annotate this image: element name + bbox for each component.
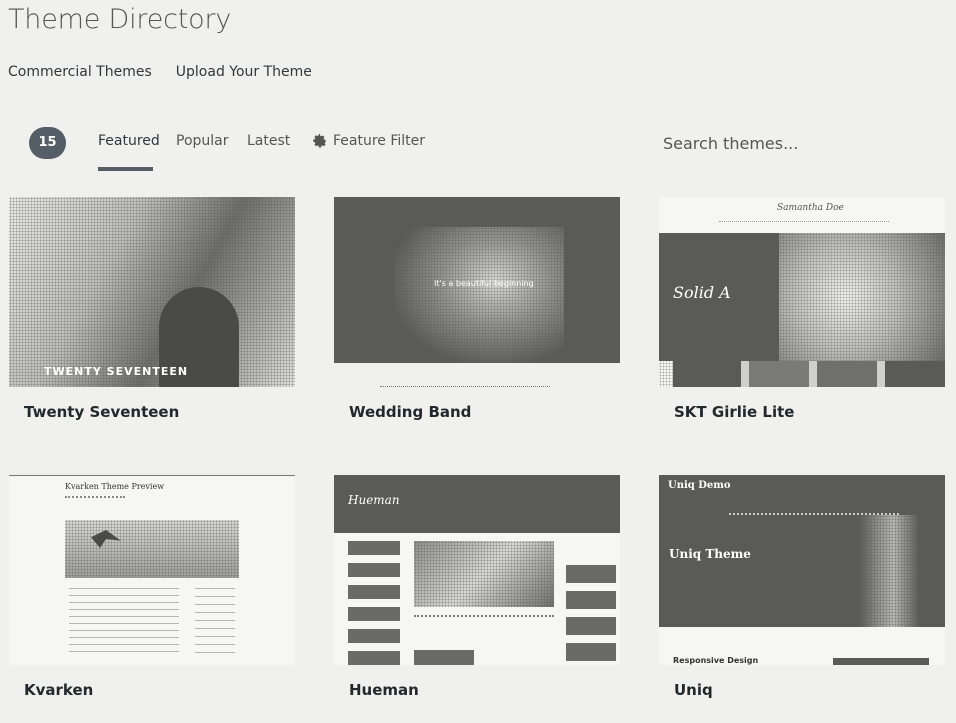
theme-card-kvarken[interactable]: Kvarken Theme Preview	[9, 475, 295, 665]
theme-name[interactable]: Wedding Band	[349, 403, 471, 421]
theme-name[interactable]: Uniq	[674, 681, 713, 699]
screenshot-footer: Responsive Design	[673, 656, 759, 665]
theme-screenshot: Samantha Doe Solid A	[659, 197, 945, 387]
screenshot-header: Samantha Doe	[777, 203, 844, 213]
screenshot-caption: Kvarken Theme Preview	[65, 482, 165, 491]
active-tab-indicator	[98, 167, 153, 171]
theme-name[interactable]: Kvarken	[24, 681, 93, 699]
theme-card-wedding-band[interactable]: It's a beautiful beginning	[334, 197, 620, 387]
theme-card-hueman[interactable]: Hueman	[334, 475, 620, 665]
search-input[interactable]	[655, 127, 935, 159]
commercial-themes-link[interactable]: Commercial Themes	[8, 64, 152, 80]
filter-bar: 15 Featured Popular Latest Feature Filte…	[29, 125, 935, 171]
tab-featured[interactable]: Featured	[98, 133, 160, 149]
upload-theme-link[interactable]: Upload Your Theme	[176, 64, 312, 80]
screenshot-caption: It's a beautiful beginning	[434, 279, 534, 288]
theme-screenshot: TWENTY SEVENTEEN	[9, 197, 295, 387]
screenshot-caption: Hueman	[348, 493, 400, 507]
theme-card-uniq[interactable]: Uniq Demo Uniq Theme Responsive Design	[659, 475, 945, 665]
page-title: Theme Directory	[8, 4, 232, 35]
theme-screenshot: Uniq Demo Uniq Theme Responsive Design	[659, 475, 945, 665]
theme-card-skt-girlie-lite[interactable]: Samantha Doe Solid A	[659, 197, 945, 387]
tab-latest[interactable]: Latest	[247, 133, 290, 149]
screenshot-caption: Solid A	[673, 283, 731, 302]
tab-popular[interactable]: Popular	[176, 133, 229, 149]
theme-card-twenty-seventeen[interactable]: TWENTY SEVENTEEN	[9, 197, 295, 387]
screenshot-caption: Uniq Theme	[669, 547, 751, 561]
theme-name[interactable]: Hueman	[349, 681, 419, 699]
theme-count-badge: 15	[29, 127, 66, 159]
screenshot-header: Uniq Demo	[668, 480, 731, 491]
theme-name[interactable]: Twenty Seventeen	[24, 403, 179, 421]
theme-screenshot: Hueman	[334, 475, 620, 665]
screenshot-caption: TWENTY SEVENTEEN	[44, 365, 189, 378]
gear-icon	[313, 134, 326, 148]
feature-filter-button[interactable]: Feature Filter	[313, 133, 425, 149]
sub-navigation: Commercial Themes Upload Your Theme	[8, 64, 312, 80]
theme-name[interactable]: SKT Girlie Lite	[674, 403, 794, 421]
theme-screenshot: Kvarken Theme Preview	[9, 475, 295, 665]
feature-filter-label: Feature Filter	[333, 133, 426, 149]
theme-screenshot: It's a beautiful beginning	[334, 197, 620, 363]
